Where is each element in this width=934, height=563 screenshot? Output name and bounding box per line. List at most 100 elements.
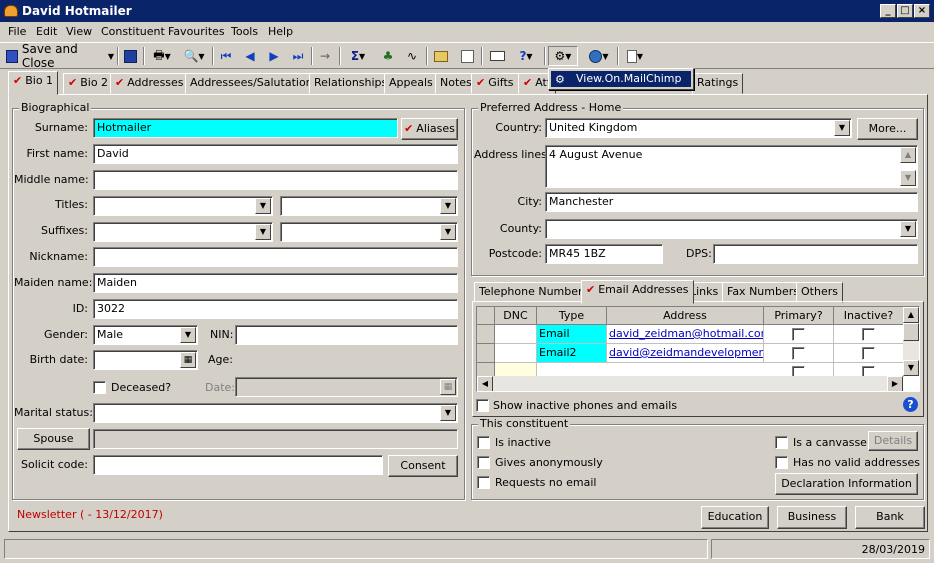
notes-icon[interactable]	[457, 46, 477, 66]
table-cell-dnc[interactable]	[495, 363, 537, 377]
table-cell-inactive[interactable]	[834, 363, 904, 377]
tab-bio2[interactable]: ✔ Bio 2	[63, 73, 114, 94]
goto-icon[interactable]: →	[316, 46, 334, 66]
scroll-right-icon[interactable]: ▶	[887, 376, 903, 391]
print-icon[interactable]: 🖶 ▼	[148, 46, 176, 66]
bank-button[interactable]: Bank	[855, 506, 925, 529]
show-inactive-checkbox[interactable]	[476, 399, 489, 412]
more-button[interactable]: More...	[857, 118, 918, 140]
chevron-down-icon[interactable]: ▼	[255, 224, 271, 240]
preview-icon[interactable]: 🔍 ▼	[180, 46, 208, 66]
header-primary[interactable]: Primary?	[764, 307, 834, 325]
scroll-up-icon[interactable]: ▲	[903, 307, 919, 323]
tab-others[interactable]: Others	[796, 282, 843, 303]
header-address[interactable]: Address	[607, 307, 764, 325]
deceased-checkbox[interactable]	[93, 381, 106, 394]
country-select[interactable]: United Kingdom ▼	[545, 118, 852, 138]
email-icon[interactable]	[486, 46, 508, 66]
chevron-down-icon[interactable]: ▼	[255, 198, 271, 214]
aliases-button[interactable]: ✔ Aliases	[401, 118, 458, 140]
suffix1-select[interactable]: ▼	[93, 222, 273, 242]
chevron-down-icon[interactable]: ▼	[900, 221, 916, 237]
menu-tools[interactable]: Tools	[231, 25, 258, 38]
no-valid-addresses-checkbox[interactable]	[775, 456, 788, 469]
tab-relationships[interactable]: Relationships	[309, 73, 393, 94]
dps-field[interactable]	[713, 244, 918, 264]
menu-help[interactable]: Help	[268, 25, 293, 38]
table-cell-type[interactable]: Email	[537, 325, 607, 344]
address-lines-field[interactable]: 4 August Avenue ▲ ▼	[545, 145, 918, 188]
table-cell-dnc[interactable]	[495, 325, 537, 344]
table-cell-type[interactable]: Email2	[537, 344, 607, 363]
scroll-down-icon[interactable]: ▼	[903, 360, 919, 376]
folder-icon[interactable]	[431, 46, 451, 66]
title1-select[interactable]: ▼	[93, 196, 273, 216]
birth-date-field[interactable]: ▦	[93, 350, 198, 370]
table-cell-primary[interactable]	[764, 363, 834, 377]
vertical-scrollbar[interactable]: ▲ ▼	[903, 307, 919, 376]
row-selector[interactable]	[477, 344, 495, 363]
menu-edit[interactable]: Edit	[36, 25, 57, 38]
globe-icon[interactable]: ▼	[584, 46, 614, 66]
calendar-icon[interactable]: ▦	[180, 352, 196, 368]
stethoscope-icon[interactable]: ∿	[402, 46, 422, 66]
suffix2-select[interactable]: ▼	[280, 222, 458, 242]
tree-icon[interactable]: ♣	[378, 46, 398, 66]
save-close-button[interactable]: Save and Close ▼	[6, 42, 114, 70]
row-selector[interactable]	[477, 325, 495, 344]
postcode-field[interactable]: MR45 1BZ	[545, 244, 663, 264]
horizontal-scrollbar[interactable]: ◀ ▶	[477, 376, 903, 391]
header-dnc[interactable]: DNC	[495, 307, 537, 325]
gender-select[interactable]: Male ▼	[93, 325, 198, 345]
scroll-left-icon[interactable]: ◀	[477, 376, 493, 391]
save-icon[interactable]	[121, 46, 139, 66]
first-name-field[interactable]: David	[93, 144, 458, 164]
menu-view[interactable]: View	[66, 25, 92, 38]
is-inactive-checkbox[interactable]	[477, 436, 490, 449]
tab-telephone-numbers[interactable]: Telephone Numbers	[474, 282, 594, 303]
tab-fax-numbers[interactable]: Fax Numbers	[722, 282, 804, 303]
table-cell-primary[interactable]	[764, 344, 834, 363]
scroll-thumb[interactable]	[903, 323, 919, 341]
maiden-name-field[interactable]: Maiden	[93, 273, 458, 293]
table-cell-inactive[interactable]	[834, 344, 904, 363]
nin-field[interactable]	[235, 325, 458, 345]
title2-select[interactable]: ▼	[280, 196, 458, 216]
tab-addressees[interactable]: Addressees/Salutations	[185, 73, 324, 94]
table-cell-primary[interactable]	[764, 325, 834, 344]
education-button[interactable]: Education	[701, 506, 769, 529]
tab-gifts[interactable]: ✔ Gifts	[471, 73, 519, 94]
chevron-down-icon[interactable]: ▼	[834, 120, 850, 136]
last-record-icon[interactable]: ⏭	[290, 46, 306, 66]
document-icon[interactable]: ▼	[622, 46, 648, 66]
previous-record-icon[interactable]: ◀	[242, 46, 258, 66]
scroll-up-icon[interactable]: ▲	[900, 147, 916, 163]
table-cell-dnc[interactable]	[495, 344, 537, 363]
scroll-down-icon[interactable]: ▼	[900, 170, 916, 186]
table-cell-address[interactable]: david_zeidman@hotmail.com	[607, 325, 764, 344]
inactive-checkbox[interactable]	[862, 328, 875, 341]
chevron-down-icon[interactable]: ▼	[440, 198, 456, 214]
tab-email-addresses[interactable]: ✔ Email Addresses	[581, 280, 694, 304]
solicit-code-field[interactable]	[93, 455, 383, 475]
middle-name-field[interactable]	[93, 170, 458, 190]
minimize-button[interactable]: _	[880, 4, 896, 18]
header-type[interactable]: Type	[537, 307, 607, 325]
table-cell-inactive[interactable]	[834, 325, 904, 344]
marital-status-select[interactable]: ▼	[93, 403, 458, 423]
menu-item-view-on-mailchimp[interactable]: ⚙ View.On.MailChimp	[551, 71, 691, 87]
help-icon[interactable]: ? ▼	[511, 46, 541, 66]
sum-icon[interactable]: Σ ▼	[344, 46, 372, 66]
row-selector[interactable]	[477, 363, 495, 377]
first-record-icon[interactable]: ⏮	[218, 46, 234, 66]
is-canvasser-checkbox[interactable]	[775, 436, 788, 449]
email-grid[interactable]: DNC Type Address Primary? Inactive? Emai…	[476, 306, 920, 392]
menu-constituent[interactable]: Constituent	[101, 25, 165, 38]
menu-file[interactable]: File	[8, 25, 26, 38]
primary-checkbox[interactable]	[792, 347, 805, 360]
chevron-down-icon[interactable]: ▼	[180, 327, 196, 343]
menu-favourites[interactable]: Favourites	[168, 25, 225, 38]
chevron-down-icon[interactable]: ▼	[440, 405, 456, 421]
chevron-down-icon[interactable]: ▼	[440, 224, 456, 240]
city-field[interactable]: Manchester	[545, 192, 918, 212]
